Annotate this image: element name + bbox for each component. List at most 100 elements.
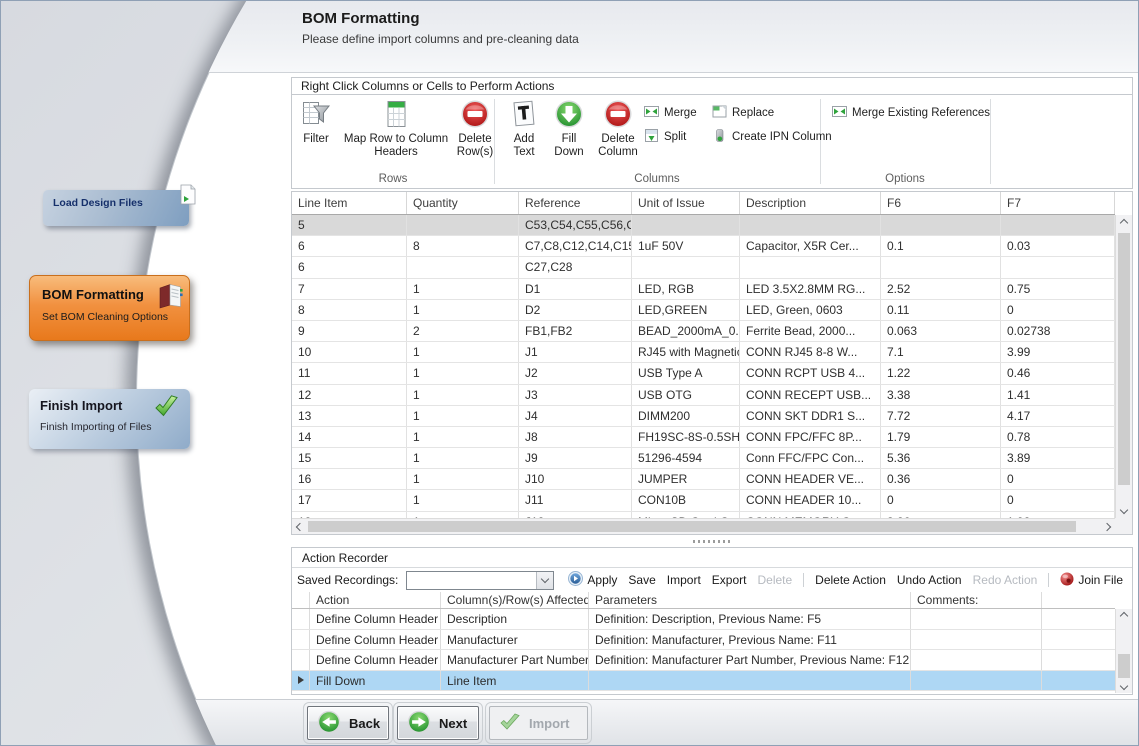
- table-cell[interactable]: DIMM200: [632, 406, 740, 426]
- table-cell[interactable]: C27,C28: [519, 257, 632, 277]
- table-cell[interactable]: 4.17: [1001, 406, 1115, 426]
- table-row[interactable]: 171J11CON10BCONN HEADER 10...00: [292, 490, 1115, 511]
- scroll-right-arrow[interactable]: [1099, 519, 1115, 534]
- table-cell[interactable]: LED, RGB: [632, 279, 740, 299]
- create-ipn-column-button[interactable]: Create IPN Column: [712, 128, 832, 146]
- table-cell[interactable]: 0.1: [881, 236, 1001, 256]
- bom-horizontal-scrollbar[interactable]: [292, 518, 1115, 534]
- sidebar-step-bom-formatting[interactable]: BOM Formatting Set BOM Cleaning Options: [29, 275, 190, 341]
- table-row[interactable]: 81D2LED,GREENLED, Green, 06030.110: [292, 300, 1115, 321]
- action-cell[interactable]: [911, 671, 1042, 691]
- table-row[interactable]: 141J8FH19SC-8S-0.5SH(...CONN FPC/FFC 8P.…: [292, 427, 1115, 448]
- vertical-scroll-thumb[interactable]: [1118, 654, 1130, 678]
- table-cell[interactable]: J2: [519, 363, 632, 383]
- merge-button[interactable]: Merge: [644, 104, 697, 122]
- table-cell[interactable]: CONN HEADER VE...: [740, 469, 881, 489]
- replace-button[interactable]: Replace: [712, 104, 774, 122]
- table-cell[interactable]: CON10B: [632, 490, 740, 510]
- column-header[interactable]: Column(s)/Row(s) Affected: [441, 592, 589, 608]
- table-cell[interactable]: CONN RCPT USB 4...: [740, 363, 881, 383]
- apply-button[interactable]: Apply: [568, 571, 617, 589]
- table-cell[interactable]: 7.72: [881, 406, 1001, 426]
- table-cell[interactable]: LED, Green, 0603: [740, 300, 881, 320]
- action-cell[interactable]: Define Column Header: [310, 609, 441, 629]
- table-cell[interactable]: J10: [519, 469, 632, 489]
- column-header[interactable]: Comments:: [911, 592, 1042, 608]
- column-header[interactable]: Unit of Issue: [632, 192, 740, 214]
- action-cell[interactable]: Manufacturer: [441, 630, 589, 650]
- table-cell[interactable]: RJ45 with Magnetics: [632, 342, 740, 362]
- table-cell[interactable]: 0: [1001, 490, 1115, 510]
- table-row[interactable]: 6C27,C28: [292, 257, 1115, 278]
- table-cell[interactable]: 1: [407, 490, 519, 510]
- table-cell[interactable]: 1: [407, 448, 519, 468]
- table-cell[interactable]: 1: [407, 406, 519, 426]
- table-cell[interactable]: 1: [407, 342, 519, 362]
- table-cell[interactable]: 0.36: [881, 469, 1001, 489]
- table-cell[interactable]: 0.02738: [1001, 321, 1115, 341]
- table-row[interactable]: 68C7,C8,C12,C14,C15,...1uF 50VCapacitor,…: [292, 236, 1115, 257]
- action-row[interactable]: Fill DownLine Item: [292, 671, 1132, 692]
- table-cell[interactable]: CONN RJ45 8-8 W...: [740, 342, 881, 362]
- table-cell[interactable]: [632, 215, 740, 235]
- column-header[interactable]: F7: [1001, 192, 1115, 214]
- fill-down-button[interactable]: Fill Down: [546, 99, 592, 159]
- table-cell[interactable]: 0.11: [881, 300, 1001, 320]
- undo-action-button[interactable]: Undo Action: [897, 573, 962, 587]
- table-cell[interactable]: 1.79: [881, 427, 1001, 447]
- table-cell[interactable]: 0.75: [1001, 279, 1115, 299]
- table-cell[interactable]: 1.22: [881, 363, 1001, 383]
- table-row[interactable]: 131J4DIMM200CONN SKT DDR1 S...7.724.17: [292, 406, 1115, 427]
- table-cell[interactable]: USB OTG: [632, 385, 740, 405]
- filter-button[interactable]: Filter: [294, 99, 338, 146]
- action-vertical-scrollbar[interactable]: [1115, 609, 1132, 693]
- table-cell[interactable]: J9: [519, 448, 632, 468]
- table-cell[interactable]: JUMPER: [632, 469, 740, 489]
- table-cell[interactable]: 1uF 50V: [632, 236, 740, 256]
- action-cell[interactable]: Manufacturer Part Number: [441, 650, 589, 670]
- table-cell[interactable]: 1: [407, 279, 519, 299]
- table-cell[interactable]: 2.52: [881, 279, 1001, 299]
- scroll-up-arrow[interactable]: [1116, 609, 1132, 623]
- table-cell[interactable]: 3.89: [1001, 448, 1115, 468]
- column-header[interactable]: Line Item: [292, 192, 407, 214]
- table-row[interactable]: 161J10JUMPERCONN HEADER VE...0.360: [292, 469, 1115, 490]
- table-cell[interactable]: J3: [519, 385, 632, 405]
- delete-column-button[interactable]: Delete Column: [593, 99, 643, 159]
- join-file-button[interactable]: Join File: [1060, 572, 1123, 589]
- table-cell[interactable]: 1.41: [1001, 385, 1115, 405]
- table-cell[interactable]: 0.78: [1001, 427, 1115, 447]
- table-cell[interactable]: 1: [407, 427, 519, 447]
- table-row[interactable]: 121J3USB OTGCONN RECEPT USB...3.381.41: [292, 385, 1115, 406]
- table-cell[interactable]: [632, 257, 740, 277]
- action-cell[interactable]: [911, 609, 1042, 629]
- table-cell[interactable]: Capacitor, X5R Cer...: [740, 236, 881, 256]
- table-cell[interactable]: LED,GREEN: [632, 300, 740, 320]
- table-cell[interactable]: 0.46: [1001, 363, 1115, 383]
- add-text-button[interactable]: Add Text: [504, 99, 544, 159]
- action-cell[interactable]: Fill Down: [310, 671, 441, 691]
- delete-action-button[interactable]: Delete Action: [815, 573, 886, 587]
- horizontal-scroll-thumb[interactable]: [308, 521, 1076, 532]
- table-cell[interactable]: Ferrite Bead, 2000...: [740, 321, 881, 341]
- table-cell[interactable]: 12: [292, 385, 407, 405]
- table-cell[interactable]: 13: [292, 406, 407, 426]
- table-cell[interactable]: 0: [1001, 300, 1115, 320]
- table-cell[interactable]: 0: [1001, 469, 1115, 489]
- column-header[interactable]: Parameters: [589, 592, 911, 608]
- table-row[interactable]: 5C53,C54,C55,C56,C...: [292, 215, 1115, 236]
- chevron-down-icon[interactable]: [536, 572, 553, 589]
- table-cell[interactable]: LED 3.5X2.8MM RG...: [740, 279, 881, 299]
- table-cell[interactable]: D2: [519, 300, 632, 320]
- table-cell[interactable]: 1: [407, 300, 519, 320]
- column-header[interactable]: Quantity: [407, 192, 519, 214]
- table-row[interactable]: 151J951296-4594Conn FFC/FPC Con...5.363.…: [292, 448, 1115, 469]
- table-cell[interactable]: FB1,FB2: [519, 321, 632, 341]
- action-cell[interactable]: Description: [441, 609, 589, 629]
- table-cell[interactable]: 11: [292, 363, 407, 383]
- table-cell[interactable]: 8: [407, 236, 519, 256]
- table-cell[interactable]: J8: [519, 427, 632, 447]
- table-cell[interactable]: 3.99: [1001, 342, 1115, 362]
- merge-existing-references-button[interactable]: Merge Existing References: [832, 104, 990, 122]
- table-cell[interactable]: 16: [292, 469, 407, 489]
